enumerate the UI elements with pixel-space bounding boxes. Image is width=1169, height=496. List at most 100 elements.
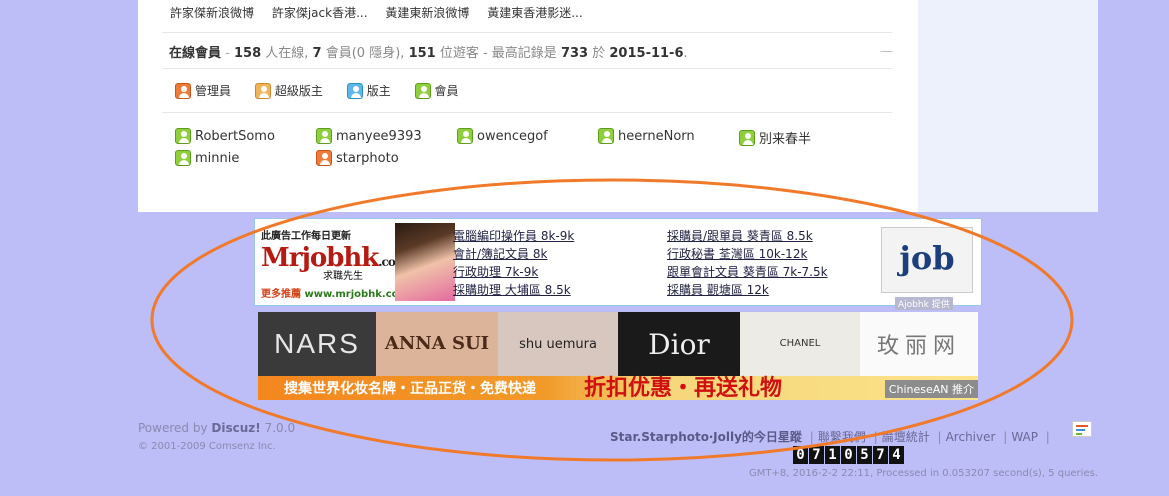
job-list-left: 電腦編印操作員 8k-9k 會計/簿記文員 8k 行政助理 7k-9k 採購助理… <box>453 227 574 299</box>
counter-digit: 7 <box>809 446 824 464</box>
list-item[interactable]: heerneNorn <box>598 128 695 144</box>
job-list-right: 採購員/跟單員 葵青區 8.5k 行政秘書 荃灣區 10k-12k 跟單會計文員… <box>667 227 828 299</box>
divider <box>162 68 892 69</box>
collapse-toggle[interactable]: — <box>880 44 893 59</box>
link-item[interactable]: 許家傑jack香港... <box>272 6 368 20</box>
job-link[interactable]: 電腦編印操作員 8k-9k <box>453 227 574 245</box>
brand-label: Dior <box>648 327 710 361</box>
promo-banner[interactable]: 搜集世界化妆名牌・正品正货・免费快递 折扣优惠・再送礼物 ChineseAN 推… <box>258 376 978 400</box>
brand-label: CHANEL <box>779 338 821 349</box>
online-guests-count: 151 <box>408 46 436 61</box>
cutoff-row <box>170 0 890 2</box>
anna-sui-brand-tile[interactable]: ANNA SUI <box>376 312 498 376</box>
list-item[interactable]: RobertSomo <box>175 128 275 144</box>
brand-sub: 求職先生 <box>323 271 363 282</box>
online-label[interactable]: 在線會員 <box>169 46 221 61</box>
counter-digit: 1 <box>825 446 840 464</box>
site-name-link[interactable]: Star.Starphoto‧Jolly的今日星蹤 <box>610 430 802 444</box>
username[interactable]: owencegof <box>477 129 548 144</box>
username[interactable]: manyee9393 <box>336 129 422 144</box>
online-record-text: 於 <box>592 46 606 61</box>
username[interactable]: starphoto <box>336 151 399 166</box>
slogan-right: 折扣优惠・再送礼物 <box>584 376 783 400</box>
counter-digit: 0 <box>793 446 808 464</box>
job-link[interactable]: 採購助理 大埔區 8.5k <box>453 281 574 299</box>
legend-admin: 管理員 <box>175 82 231 99</box>
list-item[interactable]: starphoto <box>316 150 399 166</box>
online-record: 733 <box>560 46 589 61</box>
ad-photo <box>395 223 455 301</box>
top-links-row: 許家傑新浪微博 許家傑jack香港... 黃建東新浪微博 黃建東香港影迷... <box>170 4 597 21</box>
member-user-icon <box>175 150 191 166</box>
ad-url: www.mrjobhk.com <box>304 289 409 300</box>
online-total-text: 人在線 <box>265 46 305 61</box>
visitor-counter: 0710574 <box>793 446 905 464</box>
counter-digit: 4 <box>889 446 904 464</box>
powered-product-link[interactable]: Discuz! <box>211 421 260 435</box>
brand-label: 玫丽网 <box>876 334 961 359</box>
brand-label: NARS <box>274 328 360 359</box>
online-total: 158 <box>233 46 262 61</box>
job-link[interactable]: 行政助理 7k-9k <box>453 263 574 281</box>
ad-source-label: ChineseAN 推介 <box>884 380 978 398</box>
counter-digit: 0 <box>841 446 856 464</box>
slogan-left: 搜集世界化妆名牌・正品正货・免费快递 <box>284 381 536 397</box>
contact-link[interactable]: 聯繫我們 <box>818 430 866 444</box>
list-item[interactable]: owencegof <box>457 128 548 144</box>
legend-label: 會員 <box>434 84 459 98</box>
stats-icon[interactable] <box>1072 421 1092 437</box>
processing-info: GMT+8, 2016-2-2 22:11, Processed in 0.05… <box>749 468 1098 479</box>
shu-uemura-brand-tile[interactable]: shu uemura <box>498 312 618 376</box>
username[interactable]: RobertSomo <box>195 129 275 144</box>
chanel-brand-tile[interactable]: CHANEL <box>740 312 860 376</box>
archiver-link[interactable]: Archiver <box>946 430 996 444</box>
counter-digit: 5 <box>857 446 872 464</box>
super-moderator-user-icon <box>254 82 271 99</box>
job-link[interactable]: 跟單會計文員 葵青區 7k-7.5k <box>667 263 828 281</box>
username[interactable]: minnie <box>195 151 239 166</box>
mrjobhk-logo[interactable]: 此廣告工作每日更新 Mrjobhk.com 求職先生 更多推薦 www.mrjo… <box>259 223 455 301</box>
legend-label: 版主 <box>366 84 391 98</box>
legend-member: 會員 <box>414 82 459 99</box>
legend-super-moderator: 超級版主 <box>254 82 323 99</box>
online-members-count: 7 <box>312 46 322 61</box>
link-item[interactable]: 黃建東香港影迷... <box>487 6 582 20</box>
list-item[interactable]: manyee9393 <box>316 128 422 144</box>
admin-user-icon <box>316 150 332 166</box>
online-members-text: 會員(0 隱身), <box>325 46 405 61</box>
username[interactable]: 別来春半 <box>759 128 811 147</box>
job-advertisement[interactable]: 此廣告工作每日更新 Mrjobhk.com 求職先生 更多推薦 www.mrjo… <box>254 218 982 310</box>
member-user-icon <box>739 129 755 146</box>
dior-brand-tile[interactable]: Dior <box>618 312 740 376</box>
job-logo[interactable]: job <box>881 227 973 293</box>
moderator-user-icon <box>346 82 363 99</box>
link-item[interactable]: 黃建東新浪微博 <box>385 6 469 20</box>
more-label: 更多推薦 <box>261 289 301 300</box>
ad-header: 此廣告工作每日更新 <box>261 231 351 242</box>
footer-links: Star.Starphoto‧Jolly的今日星蹤 | 聯繫我們 | 論壇統計 | A… <box>610 430 1050 444</box>
member-user-icon <box>414 82 431 99</box>
brand-label: shu uemura <box>519 336 597 352</box>
list-item[interactable]: minnie <box>175 150 239 166</box>
admin-user-icon <box>175 82 191 99</box>
online-guests-text: 位遊客 - 最高記錄是 <box>439 46 557 61</box>
meigui-brand-tile[interactable]: 玫丽网 <box>860 312 978 376</box>
job-link[interactable]: 採購員/跟單員 葵青區 8.5k <box>667 227 828 245</box>
job-link[interactable]: 行政秘書 荃灣區 10k-12k <box>667 245 828 263</box>
brand-label: ANNA SUI <box>384 333 490 354</box>
list-item[interactable]: 別来春半 <box>739 128 811 147</box>
wap-link[interactable]: WAP <box>1011 430 1038 444</box>
forum-stats-panel: 許家傑新浪微博 許家傑jack香港... 黃建東新浪微博 黃建東香港影迷... … <box>138 0 918 212</box>
job-link[interactable]: 採購員 觀塘區 12k <box>667 281 828 299</box>
nars-brand-tile[interactable]: NARS <box>258 312 376 376</box>
cosmetics-advertisement[interactable]: NARS ANNA SUI shu uemura Dior CHANEL 玫丽网… <box>258 312 978 400</box>
powered-prefix: Powered by <box>138 421 208 435</box>
job-link[interactable]: 會計/簿記文員 8k <box>453 245 574 263</box>
member-user-icon <box>175 128 191 144</box>
username[interactable]: heerneNorn <box>618 129 695 144</box>
job-logo-text: job <box>899 239 955 277</box>
stats-link[interactable]: 論壇統計 <box>882 430 930 444</box>
link-item[interactable]: 許家傑新浪微博 <box>170 6 254 20</box>
member-user-icon <box>316 128 332 144</box>
divider <box>162 32 892 33</box>
